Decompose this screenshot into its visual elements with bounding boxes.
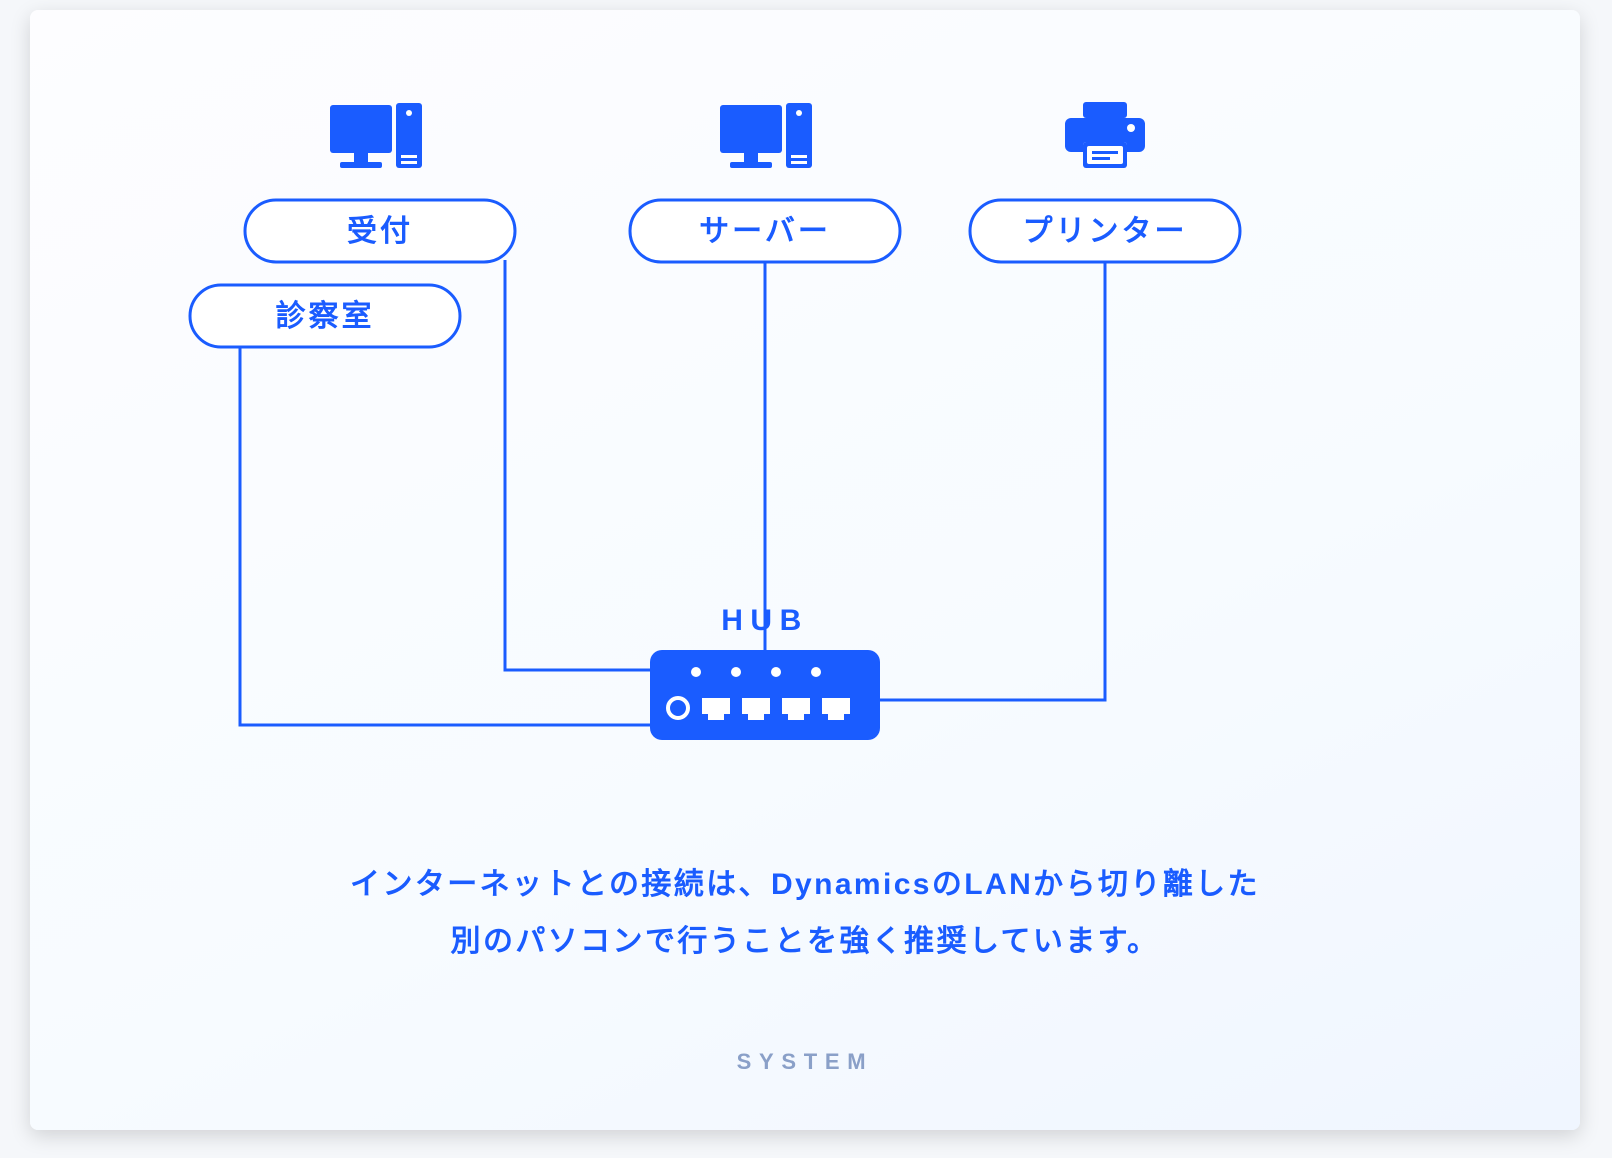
node-printer: プリンター <box>970 200 1240 262</box>
printer-icon <box>1065 102 1145 168</box>
wire-printer-hub <box>880 260 1105 700</box>
hub-label: HUB <box>721 604 809 637</box>
system-tag: SYSTEM <box>30 1049 1580 1075</box>
node-reception-label: 受付 <box>347 215 413 248</box>
footer-note: インターネットとの接続は、DynamicsのLANから切り離した 別のパソコンで… <box>30 856 1580 970</box>
node-server: サーバー <box>630 200 900 262</box>
pc-icon <box>330 103 422 168</box>
node-examroom-label: 診察室 <box>276 299 375 333</box>
footer-line-1: インターネットとの接続は、DynamicsのLANから切り離した <box>30 856 1580 913</box>
node-printer-label: プリンター <box>1023 215 1188 248</box>
node-reception: 受付 <box>245 200 515 262</box>
footer-line-2: 別のパソコンで行うことを強く推奨しています。 <box>30 913 1580 970</box>
hub-icon <box>650 650 880 740</box>
node-examroom: 診察室 <box>190 285 460 347</box>
wire-reception-hub <box>505 260 650 670</box>
wire-examroom-hub <box>240 345 650 725</box>
node-server-label: サーバー <box>699 215 831 248</box>
server-pc-icon <box>720 103 812 168</box>
diagram-card: 受付 診察室 サーバー プリンター HUB <box>30 10 1580 1130</box>
